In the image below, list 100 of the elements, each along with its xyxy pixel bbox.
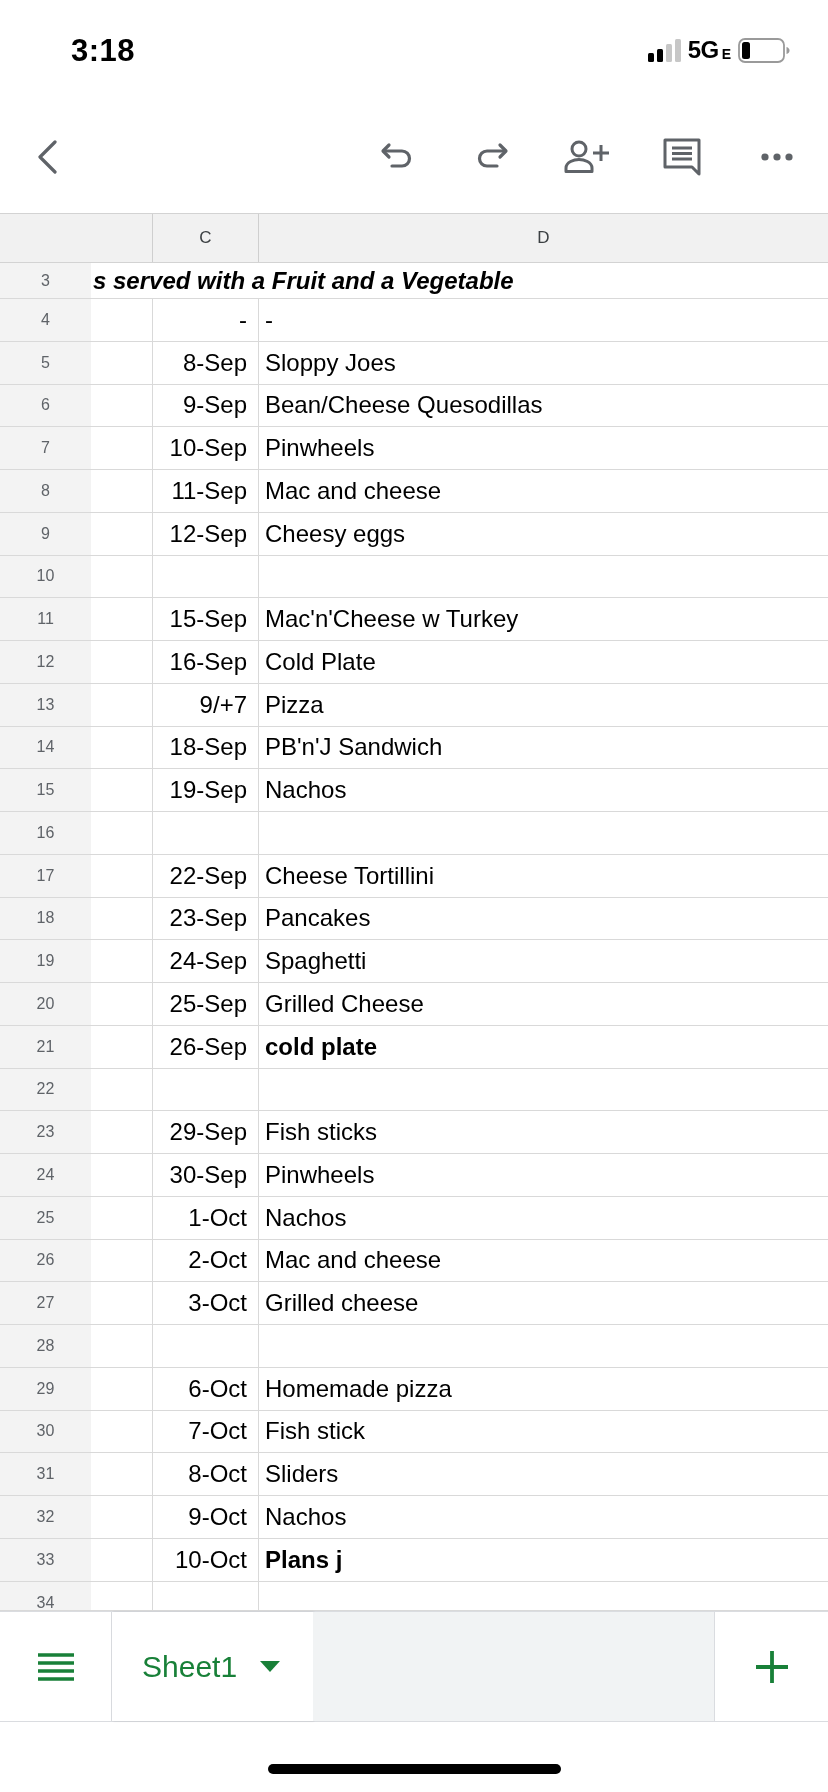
date-cell: 29-Sep (152, 1111, 258, 1153)
meal-cell: Mac and cheese (258, 470, 828, 512)
row-number[interactable]: 9 (0, 512, 91, 555)
meal-cell: PB'n'J Sandwich (258, 726, 828, 769)
row-number[interactable]: 13 (0, 683, 91, 726)
meal-cell: Cheese Tortillini (258, 854, 828, 897)
column-header[interactable]: C (152, 214, 258, 262)
date-cell: - (152, 299, 258, 341)
date-cell: 6-Oct (152, 1367, 258, 1410)
row-number[interactable]: 3 (0, 263, 91, 298)
date-cell: 30-Sep (152, 1154, 258, 1196)
meal-cell: Mac'n'Cheese w Turkey (258, 598, 828, 640)
row-number[interactable]: 23 (0, 1111, 91, 1153)
date-cell: 18-Sep (152, 726, 258, 769)
meal-cell: Sloppy Joes (258, 341, 828, 384)
date-cell: 24-Sep (152, 940, 258, 982)
date-cell: 15-Sep (152, 598, 258, 640)
row-number[interactable]: 24 (0, 1154, 91, 1196)
meal-cell: Cheesy eggs (258, 512, 828, 555)
date-cell: 23-Sep (152, 897, 258, 940)
row-number[interactable]: 26 (0, 1239, 91, 1282)
meal-cell: Nachos (258, 1496, 828, 1538)
signal-icon (647, 38, 682, 62)
meal-cell: Grilled cheese (258, 1282, 828, 1324)
row-number[interactable]: 17 (0, 854, 91, 897)
date-cell: 16-Sep (152, 641, 258, 683)
row-number[interactable]: 12 (0, 641, 91, 683)
date-cell: 9-Sep (152, 384, 258, 427)
network-label: 5G (687, 38, 719, 62)
row-number[interactable]: 18 (0, 897, 91, 940)
meal-cell: Nachos (258, 1196, 828, 1239)
meal-cell: Spaghetti (258, 940, 828, 982)
comment-icon (661, 136, 702, 177)
date-cell: 8-Oct (152, 1453, 258, 1495)
add-person-icon (563, 140, 610, 173)
date-cell: 19-Sep (152, 769, 258, 811)
meal-cell: Sliders (258, 1453, 828, 1495)
row-number[interactable]: 31 (0, 1453, 91, 1495)
meal-cell: Fish stick (258, 1410, 828, 1453)
meal-cell: Pancakes (258, 897, 828, 940)
row-number[interactable]: 11 (0, 598, 91, 640)
row-number[interactable]: 5 (0, 341, 91, 384)
status-time: 3:18 (71, 34, 136, 66)
row-number[interactable]: 29 (0, 1367, 91, 1410)
meal-cell: cold plate (258, 1025, 828, 1068)
sheet-title-text: s served with a Fruit and a Vegetable (93, 268, 514, 293)
menu-icon (37, 1652, 74, 1681)
date-cell: 10-Oct (152, 1538, 258, 1581)
meal-cell: Pinwheels (258, 427, 828, 469)
plus-icon (755, 1650, 788, 1683)
meal-cell: Mac and cheese (258, 1239, 828, 1282)
meal-cell: - (258, 299, 828, 341)
row-number[interactable]: 34 (0, 1581, 91, 1610)
row-number[interactable]: 7 (0, 427, 91, 469)
date-cell: 11-Sep (152, 470, 258, 512)
row-number[interactable]: 15 (0, 769, 91, 811)
date-cell: 2-Oct (152, 1239, 258, 1282)
meal-cell: Cold Plate (258, 641, 828, 683)
date-cell: 9/+7 (152, 683, 258, 726)
date-cell: 1-Oct (152, 1196, 258, 1239)
battery-icon (738, 37, 790, 63)
meal-cell: Pizza (258, 683, 828, 726)
row-number[interactable]: 10 (0, 555, 91, 598)
row-number[interactable]: 25 (0, 1196, 91, 1239)
caret-icon (260, 1661, 281, 1672)
date-cell: 7-Oct (152, 1410, 258, 1453)
more-icon (760, 152, 793, 161)
row-number[interactable]: 22 (0, 1068, 91, 1111)
date-cell: 10-Sep (152, 427, 258, 469)
meal-cell: Pinwheels (258, 1154, 828, 1196)
row-number[interactable]: 20 (0, 983, 91, 1025)
row-number[interactable]: 16 (0, 812, 91, 854)
row-number[interactable]: 14 (0, 726, 91, 769)
back-icon (37, 139, 57, 174)
meal-cell: Grilled Cheese (258, 983, 828, 1025)
row-number[interactable]: 33 (0, 1538, 91, 1581)
meal-cell: Plans j (258, 1538, 828, 1581)
date-cell: 25-Sep (152, 983, 258, 1025)
meal-cell: Fish sticks (258, 1111, 828, 1153)
row-number[interactable]: 30 (0, 1410, 91, 1453)
network-suffix: E (721, 47, 731, 61)
date-cell: 9-Oct (152, 1496, 258, 1538)
row-number[interactable]: 8 (0, 470, 91, 512)
row-number[interactable]: 21 (0, 1025, 91, 1068)
date-cell: 22-Sep (152, 854, 258, 897)
date-cell: 26-Sep (152, 1025, 258, 1068)
row-number[interactable]: 32 (0, 1496, 91, 1538)
meal-cell: Homemade pizza (258, 1367, 828, 1410)
row-number[interactable]: 28 (0, 1325, 91, 1367)
date-cell: 3-Oct (152, 1282, 258, 1324)
row-number[interactable]: 19 (0, 940, 91, 982)
column-header[interactable]: D (258, 214, 828, 262)
meal-cell: Nachos (258, 769, 828, 811)
date-cell: 8-Sep (152, 341, 258, 384)
date-cell: 12-Sep (152, 512, 258, 555)
sheet-tab[interactable]: Sheet1 (112, 1612, 313, 1721)
row-number[interactable]: 4 (0, 299, 91, 341)
row-number[interactable]: 6 (0, 384, 91, 427)
meal-cell: Bean/Cheese Quesodillas (258, 384, 828, 427)
row-number[interactable]: 27 (0, 1282, 91, 1324)
